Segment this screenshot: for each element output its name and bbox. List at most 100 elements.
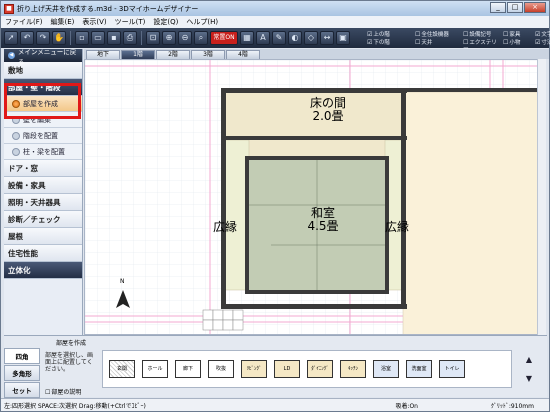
scroll-down-icon[interactable]: ▼: [526, 374, 532, 383]
menu-view[interactable]: 表示(V): [82, 17, 106, 27]
sidebar-item-label: 住宅性能: [8, 248, 38, 258]
option-small-items[interactable]: 小物: [503, 38, 533, 46]
back-label: メインメニューに戻る: [17, 47, 77, 66]
menu-bar: ファイル(F) 編集(E) 表示(V) ツール(T) 設定(Q) ヘルプ(H): [1, 16, 549, 28]
room-label-tokonoma: 床の間 2.0畳: [288, 97, 368, 123]
paint-icon[interactable]: ✎: [272, 31, 286, 45]
shape-tabs: 四角 多角形 セット: [4, 348, 40, 399]
undo-icon[interactable]: ↶: [20, 31, 34, 45]
room-list-scroll: ▲ ▼: [514, 350, 544, 388]
constant-on-button[interactable]: 常置ON: [210, 31, 238, 45]
option-ceiling[interactable]: 天井: [415, 38, 461, 46]
sidebar-item-3[interactable]: 壁を編集: [4, 112, 82, 128]
option-text[interactable]: 文字: [535, 30, 550, 38]
measure-icon[interactable]: ↔: [320, 31, 334, 45]
tab-floor-3[interactable]: 3階: [191, 50, 225, 59]
radio-icon: [12, 99, 20, 108]
option-exterior[interactable]: エクステリア: [463, 38, 501, 54]
eraser-icon[interactable]: ◇: [304, 31, 318, 45]
sidebar-item-label: 診断／チェック: [8, 214, 61, 224]
menu-settings[interactable]: 設定(Q): [153, 17, 178, 27]
sidebar-item-7[interactable]: 設備・家具: [4, 177, 82, 194]
floor-tabs: 地下 1階 2階 3階 4階: [84, 49, 549, 59]
instruction-text: 部屋を選択し、画面上に配置してください。: [45, 352, 94, 373]
print-icon[interactable]: ⎙: [123, 31, 137, 45]
back-to-main-menu-button[interactable]: ◀ メインメニューに戻る: [4, 48, 82, 66]
redo-icon[interactable]: ↷: [36, 31, 50, 45]
hand-icon[interactable]: ✋: [52, 31, 66, 45]
save-icon[interactable]: ▪: [107, 31, 121, 45]
zoom-in-icon[interactable]: ⊕: [162, 31, 176, 45]
room-type-button[interactable]: トイレ: [439, 360, 465, 378]
layer-icon[interactable]: ▣: [336, 31, 350, 45]
option-dimensions[interactable]: 寸法: [535, 38, 550, 46]
room-type-button[interactable]: 廊下: [175, 360, 201, 378]
sidebar-item-10[interactable]: 屋根: [4, 228, 82, 245]
zoom-icon[interactable]: ⌕: [194, 31, 208, 45]
tab-rectangle[interactable]: 四角: [4, 348, 40, 364]
menu-file[interactable]: ファイル(F): [5, 17, 43, 27]
sidebar-item-label: 壁を編集: [23, 115, 51, 124]
sidebar-item-label: 屋根: [8, 231, 23, 241]
floor-plan-canvas[interactable]: 床の間 2.0畳 和室 4.5畳 広縁 広縁 N: [84, 59, 546, 335]
menu-edit[interactable]: 編集(E): [51, 17, 75, 27]
sidebar-item-label: 照明・天井器具: [8, 197, 61, 207]
sidebar-item-5[interactable]: 柱・梁を配置: [4, 144, 82, 160]
north-label: N: [120, 278, 125, 285]
sidebar-item-4[interactable]: 階段を配置: [4, 128, 82, 144]
pointer-icon[interactable]: ➚: [4, 31, 18, 45]
scroll-up-icon[interactable]: ▲: [526, 355, 532, 364]
room-type-button[interactable]: 浴室: [373, 360, 399, 378]
room-type-button[interactable]: ホール: [142, 360, 168, 378]
vertical-scrollbar[interactable]: [537, 59, 546, 335]
tab-floor-1[interactable]: 1階: [121, 50, 155, 59]
maximize-button[interactable]: □: [507, 2, 523, 13]
new-file-icon[interactable]: ▫: [75, 31, 89, 45]
tab-set[interactable]: セット: [4, 382, 40, 398]
tab-basement[interactable]: 地下: [86, 50, 120, 59]
room-type-list: 玄関 ホール 廊下 吹抜 ﾘﾋﾞﾝｸﾞ LD ﾀﾞｲﾆﾝｸﾞ ｷｯﾁﾝ 浴室 洗面室 トイレ: [102, 350, 512, 388]
close-button[interactable]: ×: [524, 2, 546, 13]
bottom-header: 部屋を作成: [55, 340, 86, 347]
option-symbols[interactable]: 設備記号: [463, 30, 501, 38]
open-folder-icon[interactable]: ▭: [91, 31, 105, 45]
toolbar-separator: [141, 31, 142, 45]
tab-polygon[interactable]: 多角形: [4, 365, 40, 381]
tab-floor-4[interactable]: 4階: [226, 50, 260, 59]
room-type-button[interactable]: LD: [274, 360, 300, 378]
menu-tools[interactable]: ツール(T): [115, 17, 146, 27]
sidebar-item-11[interactable]: 住宅性能: [4, 245, 82, 262]
room-size: 4.5畳: [307, 219, 339, 233]
room-description-checkbox[interactable]: 部屋の説明: [45, 387, 81, 396]
menu-help[interactable]: ヘルプ(H): [186, 17, 218, 27]
room-type-button[interactable]: ﾀﾞｲﾆﾝｸﾞ: [307, 360, 333, 378]
status-snap: 吸着:On: [395, 402, 418, 410]
sidebar-item-12[interactable]: 立体化: [4, 262, 82, 279]
status-hint: 左:四形選択 SPACE:次選択 Drag:移動(+Ctrlでｺﾋﾟｰ): [4, 402, 146, 410]
room-type-button[interactable]: 玄関: [109, 360, 135, 378]
zoom-fit-icon[interactable]: ⊡: [146, 31, 160, 45]
room-type-button[interactable]: ｷｯﾁﾝ: [340, 360, 366, 378]
radio-icon: [12, 147, 20, 156]
sidebar-item-label: 部屋を作成: [23, 99, 58, 108]
sidebar-item-label: 柱・梁を配置: [23, 147, 65, 156]
sidebar-item-9[interactable]: 診断／チェック: [4, 211, 82, 228]
room-type-button[interactable]: 吹抜: [208, 360, 234, 378]
option-furniture[interactable]: 家具: [503, 30, 533, 38]
display-options: 上の階 全住設機器 設備記号 家具 文字 下の階 天井 エクステリア 小物 寸法: [367, 30, 550, 54]
option-upper-floor[interactable]: 上の階: [367, 30, 413, 38]
minimize-button[interactable]: _: [490, 2, 506, 13]
sidebar-item-8[interactable]: 照明・天井器具: [4, 194, 82, 211]
text-icon[interactable]: A: [256, 31, 270, 45]
sidebar-item-6[interactable]: ドア・窓: [4, 160, 82, 177]
room-type-button[interactable]: 洗面室: [406, 360, 432, 378]
palette-icon[interactable]: ◐: [288, 31, 302, 45]
option-equipment[interactable]: 全住設機器: [415, 30, 461, 38]
sidebar-item-2[interactable]: 部屋を作成: [4, 96, 82, 112]
zoom-out-icon[interactable]: ⊖: [178, 31, 192, 45]
tab-floor-2[interactable]: 2階: [156, 50, 190, 59]
grid-icon[interactable]: ▦: [240, 31, 254, 45]
sidebar-item-1[interactable]: 部屋・壁・階段: [4, 79, 82, 96]
room-type-button[interactable]: ﾘﾋﾞﾝｸﾞ: [241, 360, 267, 378]
option-lower-floor[interactable]: 下の階: [367, 38, 413, 46]
